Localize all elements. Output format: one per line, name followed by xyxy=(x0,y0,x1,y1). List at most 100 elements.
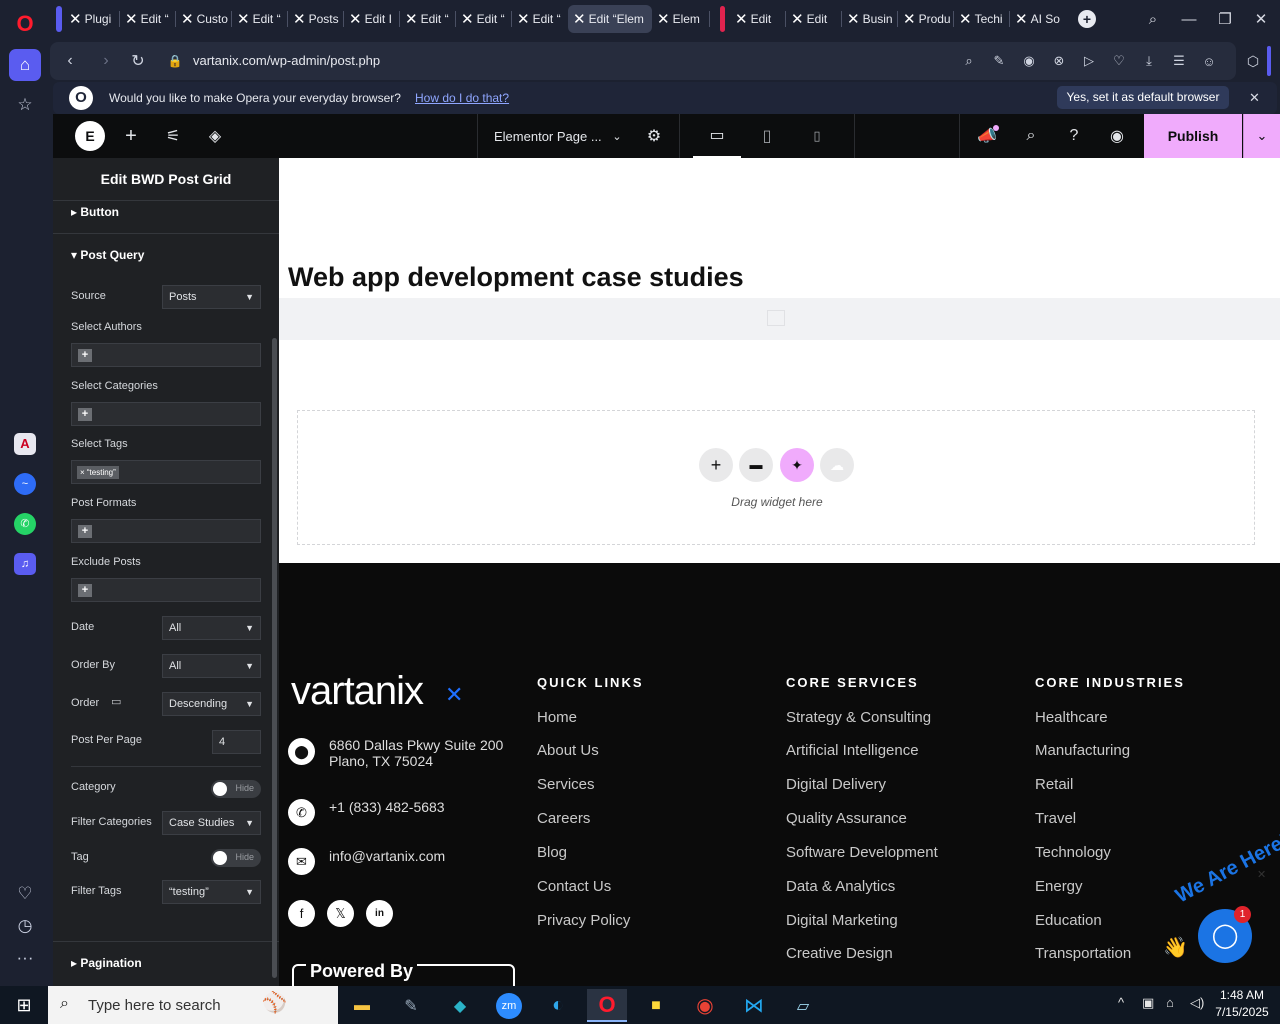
forward-button[interactable]: › xyxy=(95,51,117,71)
profile-icon[interactable]: ☺ xyxy=(1198,51,1220,71)
zoom-icon[interactable]: zm xyxy=(496,992,522,1019)
publish-options-chevron-icon[interactable]: ⌄ xyxy=(1243,114,1280,158)
help-icon[interactable]: ? xyxy=(1062,114,1086,158)
edge-icon[interactable]: ◐ xyxy=(538,989,578,1022)
order-select[interactable]: Descending ▼ xyxy=(162,692,261,716)
browser-tab[interactable]: ✕ Elem xyxy=(652,5,708,33)
vscode-icon[interactable]: ⋈ xyxy=(734,989,774,1022)
new-tab-button[interactable]: + xyxy=(1078,10,1096,28)
add-section-icon[interactable]: + xyxy=(699,448,733,482)
opera-logo-icon[interactable]: O xyxy=(9,8,41,40)
maximize-button[interactable]: ❐ xyxy=(1212,8,1238,30)
core-industry-link[interactable]: Manufacturing xyxy=(1035,742,1130,759)
browser-tab[interactable]: ✕ Edit “Elem xyxy=(568,5,652,33)
heart-icon[interactable]: ♡ xyxy=(9,878,41,910)
browser-tab[interactable]: ✕ Posts xyxy=(288,5,342,33)
browser-tab[interactable]: ✕ Edit I xyxy=(344,5,398,33)
publish-button[interactable]: Publish xyxy=(1144,114,1242,158)
reload-button[interactable]: ↻ xyxy=(127,51,149,71)
quick-link[interactable]: Blog xyxy=(537,844,567,861)
core-service-link[interactable]: Data & Analytics xyxy=(786,878,895,895)
network-icon[interactable]: ⌂ xyxy=(1166,995,1174,1010)
drop-zone[interactable]: + ▬ ✦ ☁ Drag widget here xyxy=(297,410,1255,545)
banner-help-link[interactable]: How do I do that? xyxy=(415,91,509,105)
close-banner-icon[interactable]: ✕ xyxy=(1249,90,1260,106)
elementor-logo-icon[interactable]: E xyxy=(75,121,105,151)
cloud-templates-icon[interactable]: ☁ xyxy=(820,448,854,482)
more-icon[interactable]: ··· xyxy=(9,942,41,974)
core-industry-link[interactable]: Retail xyxy=(1035,776,1073,793)
send-icon[interactable]: ▷ xyxy=(1078,51,1100,71)
core-industry-link[interactable]: Technology xyxy=(1035,844,1111,861)
tag-chip-testing[interactable]: × “testing” xyxy=(77,466,119,479)
camera-icon[interactable]: ◉ xyxy=(1018,51,1040,71)
section-pagination-toggle[interactable]: ▸ Pagination xyxy=(71,956,142,970)
core-service-link[interactable]: Creative Design xyxy=(786,945,893,962)
opera-taskbar-icon[interactable]: O xyxy=(587,989,627,1022)
quick-link[interactable]: Privacy Policy xyxy=(537,912,630,929)
app-window-icon[interactable]: ▱ xyxy=(783,989,823,1022)
desktop-view-icon[interactable]: ▭ xyxy=(693,114,741,158)
chevron-down-icon[interactable]: ⌄ xyxy=(607,114,627,158)
site-settings-icon[interactable]: ⚟ xyxy=(161,114,185,158)
preview-icon[interactable]: ◉ xyxy=(1105,114,1129,158)
tag-toggle[interactable]: Hide xyxy=(211,849,261,867)
browser-tab[interactable]: ✕ Edit “ xyxy=(120,5,174,33)
page-heading[interactable]: Web app development case studies xyxy=(288,262,744,293)
home-icon[interactable]: ⌂ xyxy=(9,49,41,81)
volume-icon[interactable]: ◁) xyxy=(1190,995,1204,1011)
ai-sparkle-icon[interactable]: ✦ xyxy=(780,448,814,482)
core-service-link[interactable]: Digital Marketing xyxy=(786,912,898,929)
core-industry-link[interactable]: Energy xyxy=(1035,878,1083,895)
favorite-icon[interactable]: ♡ xyxy=(1108,51,1130,71)
star-icon[interactable]: ☆ xyxy=(9,89,41,121)
taskbar-search-box[interactable]: ⌕ Type here to search ⚾ xyxy=(48,986,338,1024)
responsive-desktop-icon[interactable]: ▭ xyxy=(111,695,121,708)
quick-link[interactable]: Home xyxy=(537,709,577,726)
section-button-toggle[interactable]: ▸ Button xyxy=(71,205,119,219)
extensions-icon[interactable]: ⬡ xyxy=(1242,51,1264,71)
announcements-icon[interactable]: 📣 xyxy=(975,114,999,158)
mobile-view-icon[interactable]: ▯ xyxy=(793,114,841,158)
browser-tab[interactable]: ✕ Plugi xyxy=(64,5,118,33)
minimize-button[interactable]: — xyxy=(1176,8,1202,30)
category-toggle[interactable]: Hide xyxy=(211,780,261,798)
clock-date[interactable]: 7/15/2025 xyxy=(1214,1005,1270,1019)
browser-tab[interactable]: ✕ Busin xyxy=(842,5,896,33)
history-icon[interactable]: ◷ xyxy=(9,910,41,942)
filter-categories-select[interactable]: Case Studies ▼ xyxy=(162,811,261,835)
add-category-icon[interactable]: + xyxy=(78,408,92,421)
core-industry-link[interactable]: Transportation xyxy=(1035,945,1131,962)
core-service-link[interactable]: Software Development xyxy=(786,844,938,861)
tablet-view-icon[interactable]: ▯ xyxy=(743,114,791,158)
exclude-posts-field[interactable]: + xyxy=(71,578,261,602)
browser-tab[interactable]: ✕ Techi xyxy=(954,5,1008,33)
facebook-icon[interactable]: f xyxy=(288,900,315,927)
x-twitter-icon[interactable]: 𝕏 xyxy=(327,900,354,927)
add-author-icon[interactable]: + xyxy=(78,349,92,362)
date-select[interactable]: All ▼ xyxy=(162,616,261,640)
whatsapp-icon[interactable]: ✆ xyxy=(14,513,36,535)
select-tags-field[interactable]: × “testing” xyxy=(71,460,261,484)
windows-start-icon[interactable]: ⊞ xyxy=(4,989,44,1022)
search-icon[interactable]: ⌕ xyxy=(1019,114,1043,158)
browser-tab[interactable]: ✕ Edit “ xyxy=(232,5,286,33)
post-per-page-input[interactable]: 4 xyxy=(212,730,261,754)
browser-tab[interactable]: ✕ Produ xyxy=(898,5,952,33)
core-service-link[interactable]: Strategy & Consulting xyxy=(786,709,931,726)
filter-tags-select[interactable]: “testing” ▼ xyxy=(162,880,261,904)
paint-icon[interactable]: ✎ xyxy=(391,989,431,1022)
browser-tab[interactable]: ✕ Edit “ xyxy=(400,5,454,33)
messenger-icon[interactable]: ~ xyxy=(14,473,36,495)
empty-widget-area[interactable] xyxy=(279,298,1280,340)
structure-icon[interactable]: ◈ xyxy=(203,114,227,158)
add-format-icon[interactable]: + xyxy=(78,525,92,538)
core-industry-link[interactable]: Healthcare xyxy=(1035,709,1108,726)
quick-link[interactable]: Services xyxy=(537,776,595,793)
core-industry-link[interactable]: Education xyxy=(1035,912,1102,929)
browser-tab[interactable]: ✕ Edit xyxy=(730,5,784,33)
edit-icon[interactable]: ✎ xyxy=(988,51,1010,71)
chrome-icon[interactable]: ◉ xyxy=(685,989,725,1022)
browser-tab[interactable]: ✕ Edit “ xyxy=(512,5,566,33)
order-by-select[interactable]: All ▼ xyxy=(162,654,261,678)
